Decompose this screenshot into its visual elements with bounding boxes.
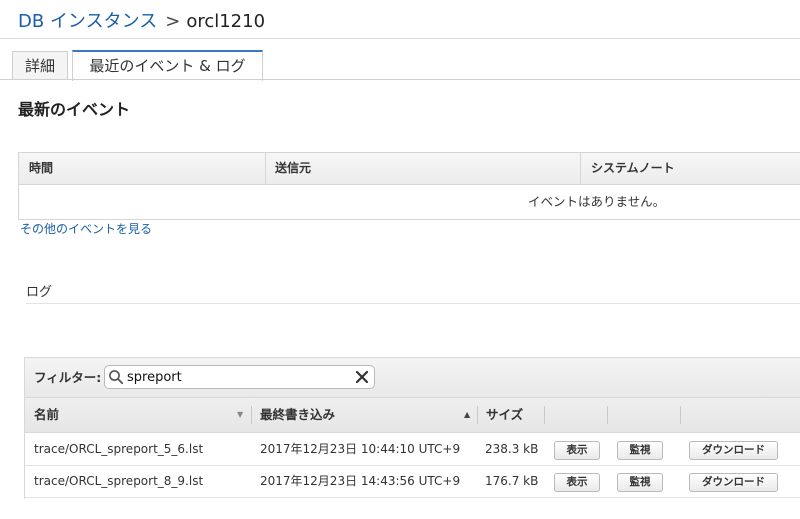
filter-box[interactable] xyxy=(104,365,375,389)
column-divider xyxy=(680,406,681,424)
table-row: trace/ORCL_spreport_8_9.lst 2017年12月23日 … xyxy=(25,466,800,498)
tab-recent-events-logs[interactable]: 最近のイベント & ログ xyxy=(72,50,263,81)
events-col-system-note: システムノート xyxy=(591,161,675,175)
watch-button[interactable]: 監視 xyxy=(617,473,663,492)
sort-down-icon[interactable]: ▼ xyxy=(237,398,243,432)
search-icon xyxy=(109,370,124,385)
view-button[interactable]: 表示 xyxy=(554,441,600,460)
column-divider xyxy=(265,153,266,184)
breadcrumb-current: orcl1210 xyxy=(186,11,266,32)
breadcrumb-db-instances-link[interactable]: DB インスタンス xyxy=(18,11,157,32)
logs-col-size[interactable]: サイズ xyxy=(486,398,523,432)
events-col-source: 送信元 xyxy=(275,161,312,175)
column-divider xyxy=(477,406,478,424)
column-divider xyxy=(580,153,581,184)
events-empty-message: イベントはありません。 xyxy=(528,194,666,209)
download-button[interactable]: ダウンロード xyxy=(689,441,778,460)
log-last-written: 2017年12月23日 10:44:10 UTC+9 xyxy=(260,442,461,456)
log-size: 238.3 kB xyxy=(485,442,539,456)
breadcrumb-separator: > xyxy=(165,11,181,32)
column-divider xyxy=(251,406,252,424)
events-col-time: 時間 xyxy=(29,161,54,175)
logs-col-name[interactable]: 名前 xyxy=(34,398,59,432)
log-file-name: trace/ORCL_spreport_8_9.lst xyxy=(34,474,204,488)
log-last-written: 2017年12月23日 14:43:56 UTC+9 xyxy=(260,474,461,488)
filter-input[interactable] xyxy=(127,368,347,386)
logs-divider xyxy=(26,303,800,304)
events-table: 時間 送信元 システムノート イベントはありません。 xyxy=(18,152,800,220)
filter-label: フィルター: xyxy=(34,370,102,385)
tab-details[interactable]: 詳細 xyxy=(12,51,68,80)
sort-up-icon[interactable]: ▲ xyxy=(464,398,470,432)
breadcrumb: DB インスタンス > orcl1210 xyxy=(18,9,265,35)
watch-button[interactable]: 監視 xyxy=(617,441,663,460)
filter-bar: フィルター: xyxy=(25,358,800,398)
logs-table: フィルター: 名前 ▼ 最終書き込み ▲ サイズ xyxy=(24,357,800,499)
column-divider xyxy=(544,406,545,424)
header-divider xyxy=(0,38,800,39)
recent-events-heading: 最新のイベント xyxy=(18,100,131,119)
events-table-header: 時間 送信元 システムノート xyxy=(19,153,800,185)
download-button[interactable]: ダウンロード xyxy=(689,473,778,492)
view-button[interactable]: 表示 xyxy=(554,473,600,492)
page: DB インスタンス > orcl1210 詳細 最近のイベント & ログ 最新のイベ… xyxy=(0,0,800,519)
close-icon[interactable] xyxy=(355,370,369,384)
logs-col-last-written[interactable]: 最終書き込み xyxy=(260,398,335,432)
tab-divider xyxy=(0,79,800,80)
view-more-events-link[interactable]: その他のイベントを見る xyxy=(20,221,152,237)
events-empty-row: イベントはありません。 xyxy=(19,185,800,219)
logs-heading: ログ xyxy=(26,285,53,300)
logs-table-header: 名前 ▼ 最終書き込み ▲ サイズ xyxy=(25,398,800,433)
log-size: 176.7 kB xyxy=(485,474,539,488)
log-file-name: trace/ORCL_spreport_5_6.lst xyxy=(34,442,204,456)
table-row: trace/ORCL_spreport_5_6.lst 2017年12月23日 … xyxy=(25,434,800,466)
column-divider xyxy=(607,406,608,424)
